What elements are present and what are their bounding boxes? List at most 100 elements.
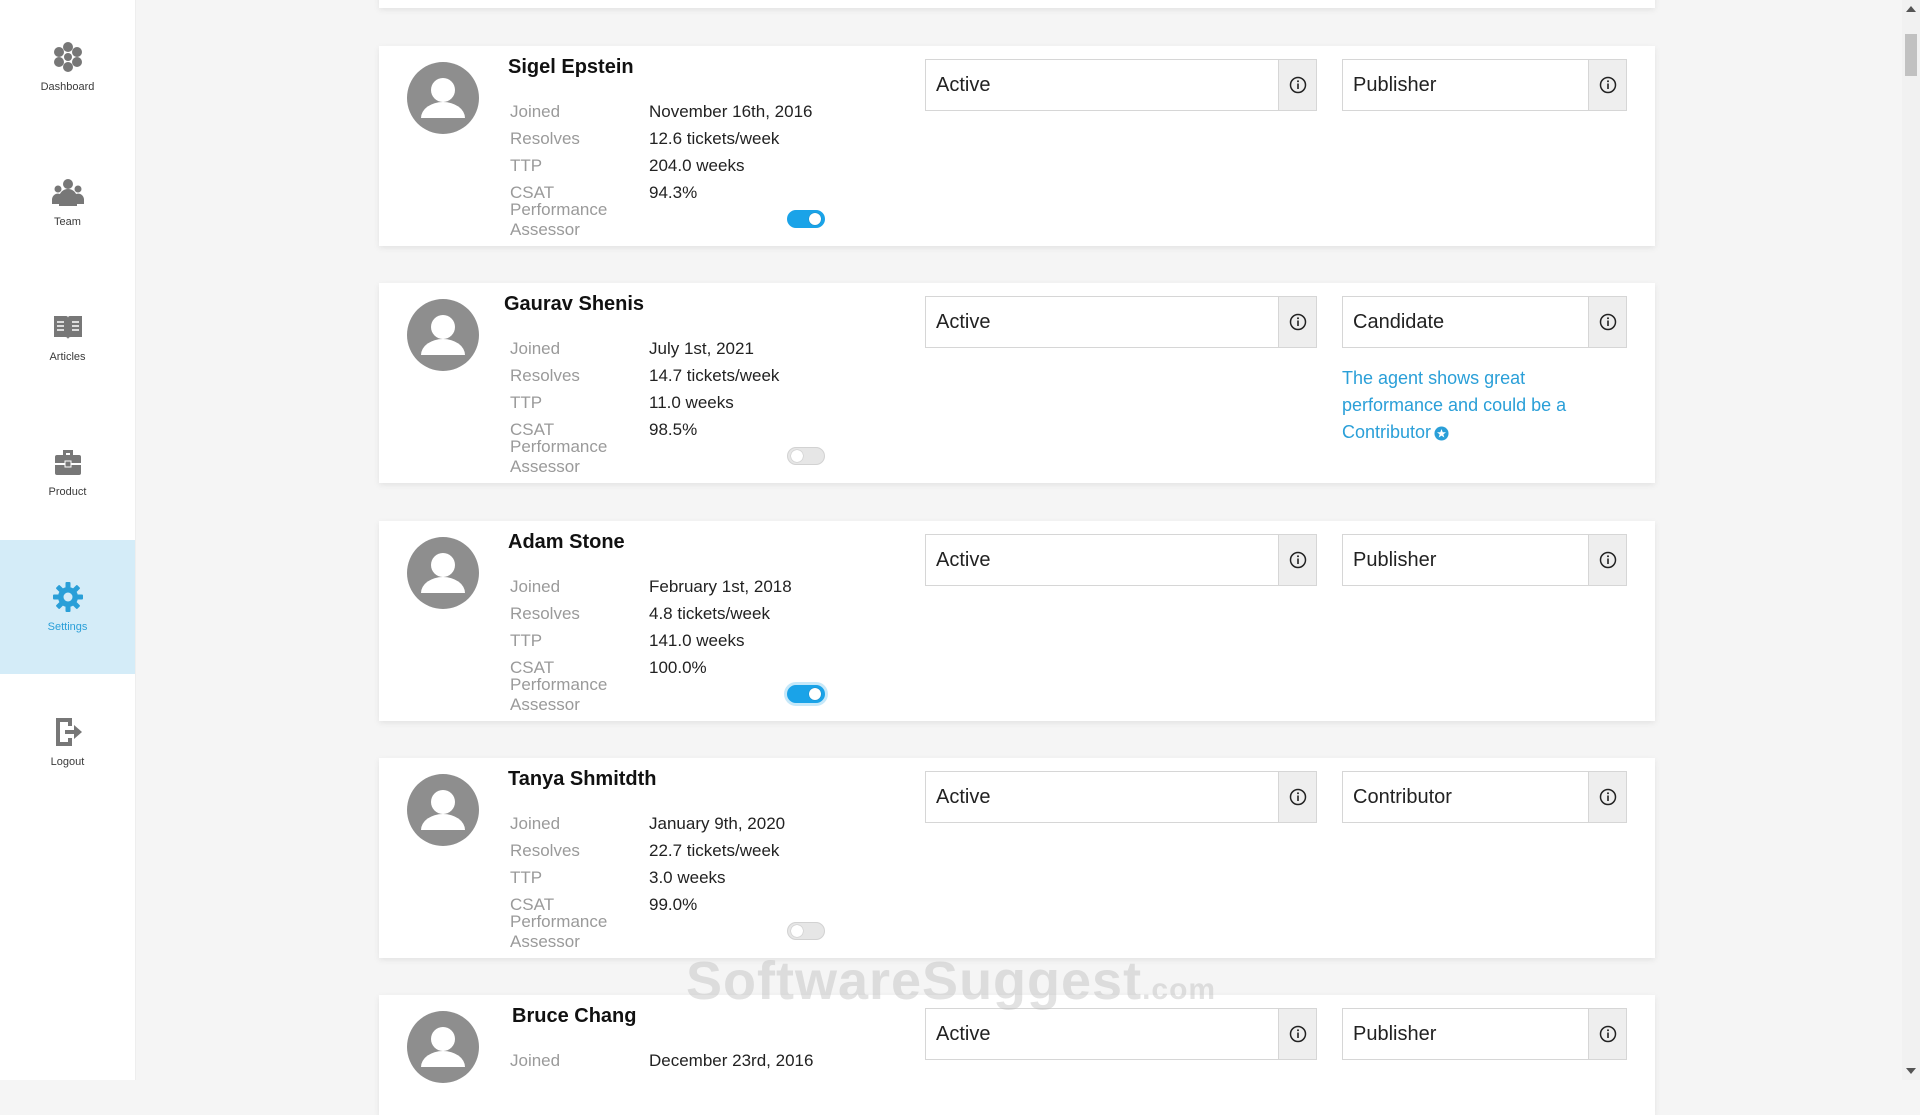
avatar — [407, 62, 479, 134]
info-icon — [1599, 788, 1616, 806]
role-value: Candidate — [1353, 310, 1445, 333]
joined-value: February 1st, 2018 — [649, 576, 792, 596]
role-select[interactable]: Publisher — [1342, 1008, 1627, 1060]
ttp-value: 141.0 weeks — [649, 630, 745, 650]
info-icon — [1599, 313, 1616, 331]
joined-value: December 23rd, 2016 — [649, 1050, 814, 1070]
settings-icon — [52, 582, 83, 612]
status-select[interactable]: Active — [925, 296, 1317, 348]
joined-label: Joined — [510, 576, 561, 596]
scroll-up-arrow[interactable] — [1906, 6, 1916, 12]
assessor-label: Performance Assessor — [510, 199, 608, 239]
agent-name: Gaurav Shenis — [504, 293, 645, 315]
sidebar-item-logout[interactable]: Logout — [0, 675, 135, 809]
info-icon — [1289, 788, 1306, 806]
joined-value: November 16th, 2016 — [649, 101, 813, 121]
joined-value: January 9th, 2020 — [649, 813, 786, 833]
ttp-value: 204.0 weeks — [649, 155, 745, 175]
scrollbar[interactable] — [1902, 0, 1920, 1080]
sidebar-item-articles[interactable]: Articles — [0, 270, 135, 404]
performance-assessor-toggle[interactable] — [787, 922, 825, 940]
user-icon — [421, 78, 465, 118]
role-select[interactable]: Publisher — [1342, 534, 1627, 586]
agent-card: Adam Stone Joined February 1st, 2018 Reso… — [379, 521, 1655, 721]
status-select[interactable]: Active — [925, 59, 1317, 111]
star-badge-icon — [1434, 426, 1449, 441]
agent-stats: Joined January 9th, 2020 Resolves 22.7 tic… — [510, 810, 786, 951]
resolves-label: Resolves — [510, 365, 580, 385]
csat-value: 99.0% — [649, 894, 698, 914]
sidebar-item-label: Articles — [49, 351, 86, 363]
agent-name: Adam Stone — [508, 531, 625, 553]
sidebar-item-team[interactable]: Team — [0, 135, 135, 269]
avatar — [407, 1011, 479, 1083]
agent-card: Gaurav Shenis Joined July 1st, 2021 Resol… — [379, 283, 1655, 483]
csat-value: 100.0% — [649, 657, 707, 677]
role-value: Publisher — [1353, 1022, 1437, 1045]
agent-stats: Joined February 1st, 2018 Resolves 4.8 tic… — [510, 573, 792, 714]
status-info-button[interactable] — [1278, 60, 1316, 110]
sidebar: Dashboard Team Articles Product Settings… — [0, 0, 136, 1080]
status-info-button[interactable] — [1278, 772, 1316, 822]
resolves-label: Resolves — [510, 603, 580, 623]
status-value: Active — [936, 785, 991, 808]
articles-icon — [53, 316, 82, 339]
performance-assessor-toggle[interactable] — [787, 210, 825, 228]
performance-assessor-toggle[interactable] — [787, 685, 825, 703]
role-select[interactable]: Contributor — [1342, 771, 1627, 823]
agent-name: Tanya Shmitdth — [508, 768, 657, 790]
joined-value: July 1st, 2021 — [649, 338, 754, 358]
scroll-down-arrow[interactable] — [1906, 1068, 1916, 1074]
sidebar-item-product[interactable]: Product — [0, 405, 135, 539]
resolves-label: Resolves — [510, 128, 580, 148]
status-info-button[interactable] — [1278, 297, 1316, 347]
role-info-button[interactable] — [1588, 772, 1626, 822]
role-info-button[interactable] — [1588, 297, 1626, 347]
resolves-value: 4.8 tickets/week — [649, 603, 770, 623]
role-select[interactable]: Candidate — [1342, 296, 1627, 348]
info-icon — [1289, 313, 1306, 331]
product-icon — [54, 450, 81, 475]
sidebar-item-label: Settings — [47, 621, 88, 633]
user-icon — [421, 315, 465, 355]
status-select[interactable]: Active — [925, 771, 1317, 823]
logout-icon — [55, 718, 82, 746]
status-info-button[interactable] — [1278, 535, 1316, 585]
info-icon — [1599, 76, 1616, 94]
joined-label: Joined — [510, 338, 561, 358]
joined-label: Joined — [510, 813, 561, 833]
role-value: Publisher — [1353, 73, 1437, 96]
info-icon — [1289, 551, 1306, 569]
agent-card: Bruce Chang Joined December 23rd, 2016 Ac… — [379, 995, 1655, 1115]
agent-card: Sigel Epstein Joined November 16th, 2016 … — [379, 46, 1655, 246]
role-info-button[interactable] — [1588, 535, 1626, 585]
resolves-value: 12.6 tickets/week — [649, 128, 780, 148]
sidebar-item-label: Logout — [50, 756, 85, 768]
ttp-label: TTP — [510, 155, 543, 175]
role-select[interactable]: Publisher — [1342, 59, 1627, 111]
role-info-button[interactable] — [1588, 1009, 1626, 1059]
ttp-value: 11.0 weeks — [649, 392, 734, 412]
status-value: Active — [936, 1022, 991, 1045]
resolves-label: Resolves — [510, 840, 580, 860]
agent-name: Bruce Chang — [512, 1005, 637, 1027]
status-info-button[interactable] — [1278, 1009, 1316, 1059]
status-value: Active — [936, 73, 991, 96]
agent-card-partial — [379, 0, 1655, 8]
status-select[interactable]: Active — [925, 534, 1317, 586]
status-select[interactable]: Active — [925, 1008, 1317, 1060]
performance-assessor-toggle[interactable] — [787, 447, 825, 465]
avatar — [407, 774, 479, 846]
team-icon — [51, 179, 84, 206]
scroll-thumb[interactable] — [1905, 34, 1917, 76]
agent-card: Tanya Shmitdth Joined January 9th, 2020 R… — [379, 758, 1655, 958]
sidebar-item-dashboard[interactable]: Dashboard — [0, 0, 135, 134]
promotion-suggestion[interactable]: The agent shows great performance and co… — [1342, 365, 1602, 446]
ttp-label: TTP — [510, 392, 543, 412]
role-value: Publisher — [1353, 548, 1437, 571]
ttp-value: 3.0 weeks — [649, 867, 726, 887]
sidebar-item-settings[interactable]: Settings — [0, 540, 135, 674]
assessor-label: Performance Assessor — [510, 674, 608, 714]
info-icon — [1289, 76, 1306, 94]
role-info-button[interactable] — [1588, 60, 1626, 110]
